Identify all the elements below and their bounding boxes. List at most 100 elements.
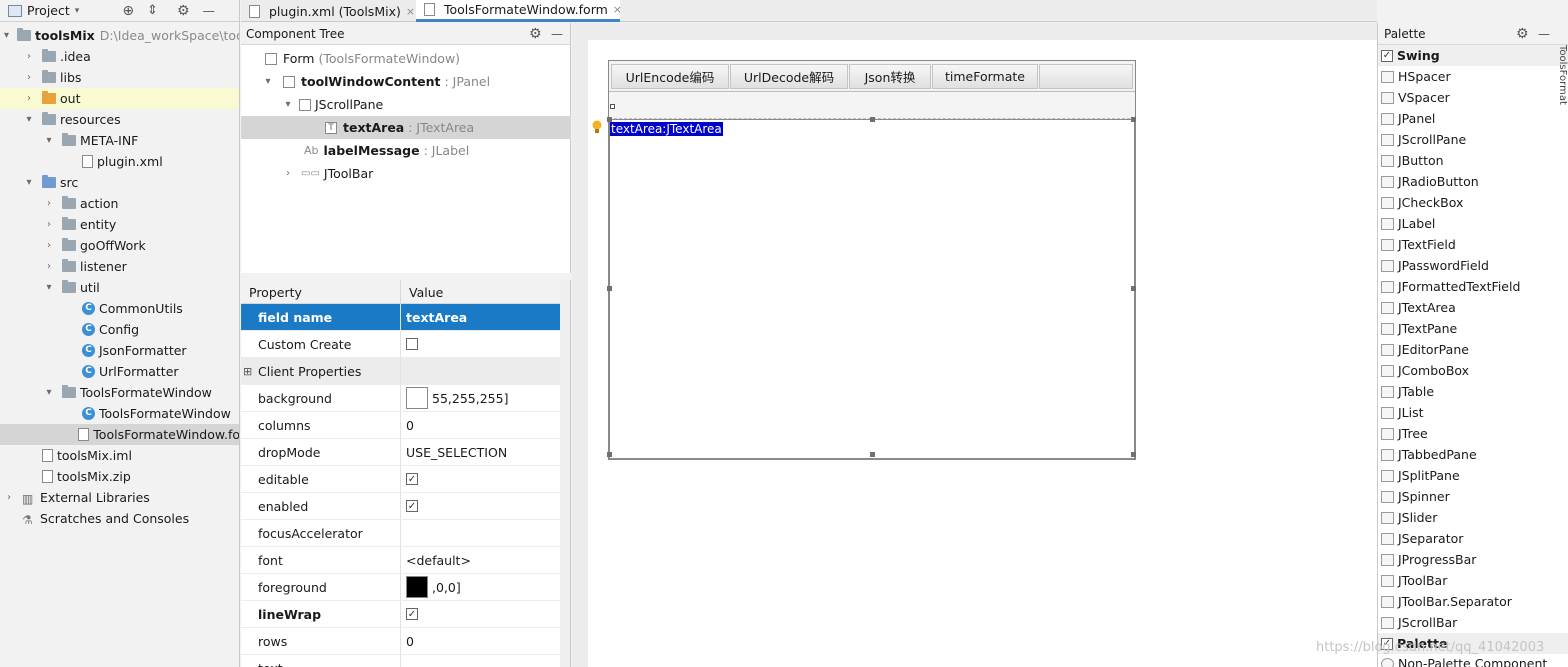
property-value[interactable]: <default> [401, 547, 561, 573]
gear-icon[interactable]: ⚙ [177, 3, 190, 19]
label-message-area[interactable] [609, 94, 1135, 119]
palette-item[interactable]: VSpacer [1378, 87, 1568, 108]
checkbox-checked-icon[interactable]: ✓ [406, 500, 418, 512]
project-tree-item[interactable]: toolsMix.iml [0, 445, 239, 466]
tab-plugin-xml[interactable]: plugin.xml (ToolsMix) × [241, 0, 415, 22]
project-tree-item[interactable]: C Config [0, 319, 239, 340]
resize-handle[interactable] [870, 452, 875, 457]
palette-item[interactable]: JList [1378, 402, 1568, 423]
close-icon[interactable]: × [406, 5, 415, 18]
close-icon[interactable]: × [613, 3, 622, 16]
property-row[interactable]: text [241, 655, 561, 667]
tab-form[interactable]: ToolsFormateWindow.form × [416, 0, 622, 22]
palette-item[interactable]: JToolBar.Separator [1378, 591, 1568, 612]
checkbox-unchecked-icon[interactable] [406, 338, 418, 350]
project-tree-item[interactable]: C CommonUtils [0, 298, 239, 319]
chevron-right-icon[interactable]: › [44, 219, 54, 230]
chevron-down-icon[interactable]: ▾ [24, 177, 34, 188]
palette-item[interactable]: JEditorPane [1378, 339, 1568, 360]
textarea-component[interactable]: textArea:JTextArea [609, 119, 1135, 459]
palette-item[interactable]: JProgressBar [1378, 549, 1568, 570]
chevron-down-icon[interactable]: ▾ [263, 76, 273, 87]
property-value[interactable] [401, 358, 561, 384]
locate-icon[interactable]: ⊕ [122, 3, 134, 19]
property-value[interactable]: 55,255,255] [401, 385, 561, 411]
property-row[interactable]: editable ✓ [241, 466, 561, 493]
color-swatch[interactable] [406, 576, 428, 598]
palette-item[interactable]: HSpacer [1378, 66, 1568, 87]
property-value[interactable]: textArea [401, 304, 561, 330]
property-value[interactable] [401, 655, 561, 667]
resize-handle[interactable] [1131, 452, 1136, 457]
palette-item[interactable]: JToolBar [1378, 570, 1568, 591]
tree-node-jscrollpane[interactable]: ▾ JScrollPane [241, 93, 571, 116]
chevron-right-icon[interactable]: › [283, 168, 293, 179]
property-row[interactable]: focusAccelerator [241, 520, 561, 547]
project-tree-item[interactable]: toolsMix.zip [0, 466, 239, 487]
project-tree-item[interactable]: ▾ META-INF [0, 130, 239, 151]
project-tree-item[interactable]: C JsonFormatter [0, 340, 239, 361]
property-row[interactable]: dropMode USE_SELECTION [241, 439, 561, 466]
chevron-right-icon[interactable]: › [24, 72, 34, 83]
collapse-all-icon[interactable]: ⇕ [147, 3, 158, 18]
property-value[interactable] [401, 520, 561, 546]
checkbox-checked-icon[interactable]: ✓ [406, 608, 418, 620]
urldecode-button[interactable]: UrlDecode解码 [730, 64, 848, 89]
json-button[interactable]: Json转换 [849, 64, 931, 89]
expand-icon[interactable]: ⊞ [243, 365, 252, 378]
palette-item[interactable]: JRadioButton [1378, 171, 1568, 192]
palette-item[interactable]: JTabbedPane [1378, 444, 1568, 465]
chevron-right-icon[interactable]: › [44, 240, 54, 251]
palette-item[interactable]: JTextArea [1378, 297, 1568, 318]
lightbulb-icon[interactable] [592, 120, 602, 134]
property-row[interactable]: Custom Create [241, 331, 561, 358]
project-tree-item[interactable]: › .idea [0, 46, 239, 67]
chevron-down-icon[interactable]: ▾ [44, 135, 54, 146]
project-tree-item[interactable]: ▾ src [0, 172, 239, 193]
palette-item[interactable]: JLabel [1378, 213, 1568, 234]
checkbox-checked-icon[interactable]: ✓ [406, 473, 418, 485]
palette-item[interactable]: JTextPane [1378, 318, 1568, 339]
palette-item[interactable]: JTextField [1378, 234, 1568, 255]
checkbox-checked-icon[interactable]: ✓ [1381, 49, 1393, 62]
tree-node-form[interactable]: Form (ToolsFormateWindow) [241, 47, 571, 70]
project-panel-header[interactable]: Project ▾ ⊕ ⇕ ⚙ — [0, 0, 239, 22]
chevron-down-icon[interactable]: ▾ [44, 387, 54, 398]
tree-node-labelmessage[interactable]: Ab labelMessage : JLabel [241, 139, 571, 162]
chevron-down-icon[interactable]: ▾ [4, 30, 9, 41]
palette-item[interactable]: JPasswordField [1378, 255, 1568, 276]
palette-item[interactable]: JCheckBox [1378, 192, 1568, 213]
property-value[interactable] [401, 331, 561, 357]
project-tree-item[interactable]: C ToolsFormateWindow [0, 403, 239, 424]
palette-item[interactable]: JScrollPane [1378, 129, 1568, 150]
palette-item[interactable]: JTable [1378, 381, 1568, 402]
hide-panel-icon[interactable]: — [1538, 27, 1550, 41]
project-tree-item[interactable]: › goOffWork [0, 235, 239, 256]
palette-item-non-palette[interactable]: Non-Palette Component [1378, 653, 1568, 667]
side-tab-toolsformate[interactable]: ToolsFormate [1556, 45, 1568, 105]
property-value[interactable]: ✓ [401, 601, 561, 627]
project-tree-item[interactable]: ▾ toolsMix D:\Idea_workSpace\too [0, 25, 239, 46]
project-tree-item[interactable]: ⚗ Scratches and Consoles [0, 508, 239, 529]
chevron-down-icon[interactable]: ▾ [283, 99, 293, 110]
property-value[interactable]: ✓ [401, 466, 561, 492]
project-tree-item[interactable]: ToolsFormateWindow.fo [0, 424, 239, 445]
property-row[interactable]: columns 0 [241, 412, 561, 439]
palette-item[interactable]: JSeparator [1378, 528, 1568, 549]
project-tree-item[interactable]: › ▥ External Libraries [0, 487, 239, 508]
palette-item[interactable]: JFormattedTextField [1378, 276, 1568, 297]
palette-item[interactable]: JSpinner [1378, 486, 1568, 507]
palette-item[interactable]: JPanel [1378, 108, 1568, 129]
resize-handle[interactable] [607, 452, 612, 457]
property-value[interactable]: 0 [401, 628, 561, 654]
property-row[interactable]: foreground ,0,0] [241, 574, 561, 601]
project-tree-item[interactable]: › action [0, 193, 239, 214]
project-tree-item[interactable]: plugin.xml [0, 151, 239, 172]
chevron-down-icon[interactable]: ▾ [24, 114, 34, 125]
gear-icon[interactable]: ⚙ [1516, 26, 1529, 42]
timeformate-button[interactable]: timeFormate [932, 64, 1038, 89]
urlencode-button[interactable]: UrlEncode编码 [611, 64, 729, 89]
tree-node-toolwindowcontent[interactable]: ▾ toolWindowContent : JPanel [241, 70, 571, 93]
chevron-right-icon[interactable]: › [24, 93, 34, 104]
resize-handle[interactable] [607, 117, 612, 122]
